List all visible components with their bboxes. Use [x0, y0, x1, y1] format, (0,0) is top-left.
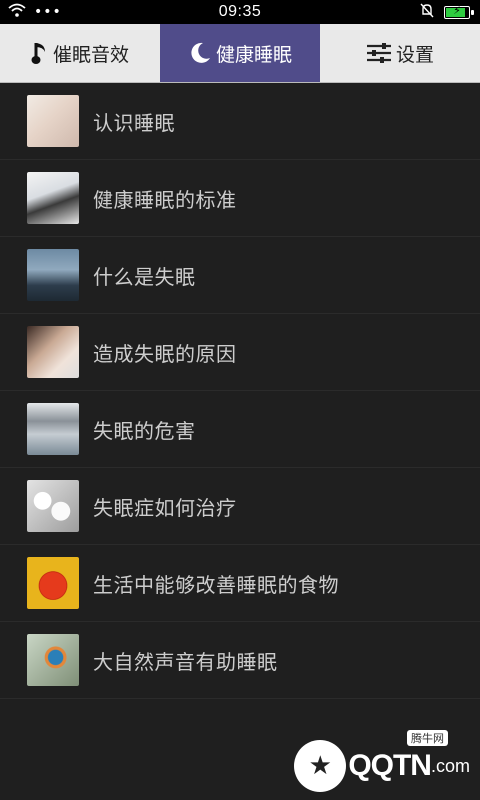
watermark-badge-icon: ★ — [294, 740, 347, 792]
bell-muted-icon — [420, 3, 434, 22]
topic-list: 认识睡眠 健康睡眠的标准 什么是失眠 造成失眠的原因 失眠的危害 失眠症如何治疗… — [0, 83, 480, 699]
tab-label: 设置 — [395, 43, 434, 66]
list-item[interactable]: 生活中能够改善睡眠的食物 — [0, 545, 480, 622]
clock: 09:35 — [218, 3, 262, 20]
list-item-label: 认识睡眠 — [93, 110, 175, 135]
list-item[interactable]: 健康睡眠的标准 — [0, 160, 480, 237]
music-note-icon — [31, 40, 49, 66]
list-item-label: 失眠症如何治疗 — [93, 495, 237, 520]
woman-headache-image — [27, 326, 79, 378]
list-item[interactable]: 认识睡眠 — [0, 83, 480, 160]
tab-hypnosis-sounds[interactable]: 催眠音效 — [0, 24, 160, 82]
status-bar: ••• 09:35 ⚡ — [0, 0, 480, 24]
sleeping-baby-image — [27, 95, 79, 147]
tab-settings[interactable]: 设置 — [320, 24, 480, 82]
tab-healthy-sleep[interactable]: 健康睡眠 — [160, 24, 320, 82]
list-item[interactable]: 什么是失眠 — [0, 237, 480, 314]
list-item-label: 大自然声音有助睡眠 — [93, 649, 278, 674]
person-at-window-image — [27, 249, 79, 301]
list-item-label: 失眠的危害 — [93, 418, 196, 443]
woman-resting-image — [27, 172, 79, 224]
apple-image — [27, 557, 79, 609]
watermark-tag: 腾牛网 — [407, 730, 448, 746]
watermark-suffix: .com — [430, 755, 470, 776]
list-item-label: 生活中能够改善睡眠的食物 — [93, 572, 339, 597]
list-item-label: 造成失眠的原因 — [93, 341, 237, 366]
moon-icon — [188, 41, 212, 65]
tab-label: 催眠音效 — [52, 43, 129, 66]
list-item-label: 什么是失眠 — [93, 264, 196, 289]
sliders-icon — [366, 42, 392, 64]
list-item[interactable]: 失眠症如何治疗 — [0, 468, 480, 545]
watermark-brand: QQTN — [348, 749, 432, 782]
tab-label: 健康睡眠 — [215, 43, 292, 66]
list-item[interactable]: 造成失眠的原因 — [0, 314, 480, 391]
pills-image — [27, 480, 79, 532]
tab-bar: 催眠音效 健康睡眠 设置 — [0, 24, 480, 83]
list-item[interactable]: 大自然声音有助睡眠 — [0, 622, 480, 699]
kingfisher-image — [27, 634, 79, 686]
battery-icon: ⚡ — [444, 4, 474, 19]
list-item-label: 健康睡眠的标准 — [93, 187, 237, 212]
watermark-logo: 腾牛网 ★ QQTN .com — [294, 730, 470, 792]
eye-mask-image — [27, 403, 79, 455]
list-item[interactable]: 失眠的危害 — [0, 391, 480, 468]
